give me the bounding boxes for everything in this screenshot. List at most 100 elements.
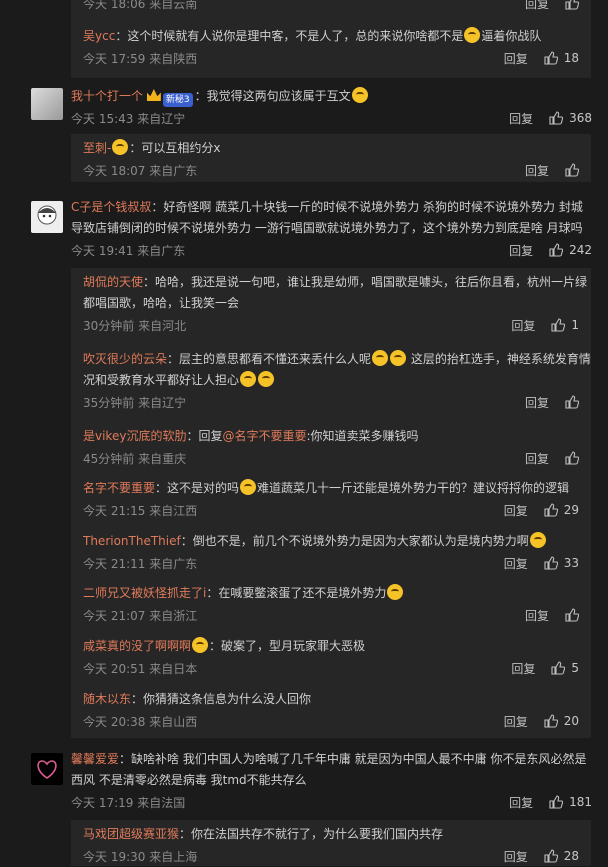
reply-block: 今天 18:06 来自云南 回复 吴ycc：这个时候就有人说你是理中客，不是人了… — [71, 0, 591, 78]
reply-username[interactable]: 吹灭很少的云朵 — [83, 352, 167, 366]
avatar[interactable] — [31, 201, 63, 233]
reply-item: 名字不要重要：这不是对的吗 难道蔬菜几十一斤还能是境外势力干的？建议捋捋你的逻辑 … — [83, 478, 591, 521]
shocked-emoji-icon — [390, 350, 407, 366]
like-button[interactable] — [565, 163, 579, 177]
like-button[interactable]: 33 — [544, 556, 579, 570]
reply-username[interactable]: 马戏团超级赛亚猴 — [83, 827, 179, 841]
reply-item: 是vikey沉底的软肋：回复@名字不要重要:你知道卖菜多赚钱吗 45分钟前 来自… — [83, 426, 591, 469]
like-button[interactable]: 5 — [551, 661, 579, 675]
smirk-emoji-icon — [387, 584, 404, 600]
reply-button[interactable]: 回复 — [504, 848, 528, 865]
reply-time: 30分钟前 来自河北 — [83, 318, 187, 333]
reply-username[interactable]: 二师兄又被妖怪抓走了i — [83, 586, 206, 600]
reply-item: 马戏团超级赛亚猴：你在法国共存不就行了，为什么要我们国内共存 今天 19:30 … — [83, 824, 591, 867]
reply-button[interactable]: 回复 — [525, 0, 549, 12]
reply-text: ：你在法国共存不就行了，为什么要我们国内共存 — [179, 827, 444, 841]
thumb-up-icon — [544, 849, 558, 863]
reply-text: ：在喊要鳖滚蛋了还不是境外势力 — [206, 586, 387, 600]
comment-username[interactable]: 我十个打一个 — [71, 89, 143, 103]
thumb-up-icon — [549, 795, 564, 809]
reply-item: TherionTheThief：倒也不是，前几个不说境外势力是因为大家都认为是境… — [83, 531, 591, 574]
shocked-emoji-icon — [372, 350, 389, 366]
like-count: 29 — [563, 503, 579, 517]
thumb-up-icon — [565, 163, 579, 177]
like-count: 5 — [571, 661, 579, 675]
comment-username[interactable]: C子是个钱叔叔 — [71, 200, 151, 214]
reply-button[interactable]: 回复 — [525, 394, 549, 411]
reply-time: 今天 18:07 来自广东 — [83, 163, 198, 178]
reply-text: 逼着你战队 — [481, 29, 542, 43]
reply-time: 今天 19:30 来自上海 — [83, 849, 198, 864]
like-button[interactable] — [565, 395, 579, 409]
reply-time: 今天 20:51 来自日本 — [83, 661, 198, 676]
reply-username[interactable]: 至刺- — [83, 141, 111, 155]
like-button[interactable]: 18 — [544, 51, 579, 65]
like-count: 18 — [563, 51, 579, 65]
reply-block: 至刺- ：可以互相约分x 今天 18:07 来自广东 回复 — [71, 134, 591, 182]
shocked-emoji-icon — [258, 371, 275, 387]
like-button[interactable] — [565, 608, 579, 622]
reply-button[interactable]: 回复 — [504, 50, 528, 67]
comment-text: ：缺啥补啥 我们中国人为啥喊了几千年中庸 就是因为中国人最不中庸 你不是东风必然… — [71, 752, 587, 787]
reply-username[interactable]: 是vikey沉底的软肋 — [83, 429, 186, 443]
thumb-up-icon — [551, 661, 566, 675]
reply-username[interactable]: 咸菜真的没了啊啊啊 — [83, 639, 191, 653]
avatar[interactable] — [31, 753, 63, 785]
reply-item: 今天 18:06 来自云南 回复 — [83, 0, 591, 14]
emoji-icon — [112, 139, 129, 155]
thumb-up-icon — [565, 0, 579, 10]
mention-link[interactable]: @名字不要重要 — [222, 429, 306, 443]
like-count: 28 — [563, 849, 579, 863]
reply-button[interactable]: 回复 — [504, 502, 528, 519]
thumb-up-icon — [544, 503, 558, 517]
comment-username[interactable]: 馨馨爱爱 — [71, 752, 119, 766]
reply-item: 随木以东：你猜猜这条信息为什么没人回你 今天 20:38 来自山西 回复 20 — [83, 689, 591, 732]
like-button[interactable]: 242 — [549, 243, 592, 257]
reply-button[interactable]: 回复 — [509, 110, 533, 127]
like-count: 33 — [563, 556, 579, 570]
like-button[interactable]: 1 — [551, 318, 579, 332]
like-count: 242 — [569, 243, 592, 257]
reply-item: 二师兄又被妖怪抓走了i：在喊要鳖滚蛋了还不是境外势力 今天 21:07 来自浙江… — [83, 583, 591, 626]
reply-time: 今天 20:38 来自山西 — [83, 714, 198, 729]
reply-username[interactable]: 胡侃的天使 — [83, 275, 143, 289]
reply-time: 今天 21:15 来自江西 — [83, 503, 198, 518]
reply-button[interactable]: 回复 — [509, 794, 533, 811]
thumb-up-icon — [544, 51, 558, 65]
like-button[interactable] — [565, 0, 579, 10]
like-button[interactable]: 20 — [544, 714, 579, 728]
emoji-icon — [240, 479, 257, 495]
thumb-up-icon — [549, 111, 564, 125]
reply-username[interactable]: TherionTheThief — [83, 534, 181, 548]
reply-time: 今天 17:59 来自陕西 — [83, 51, 198, 66]
reply-text: ：哈哈，我还是说一句吧，谁让我是幼师，唱国歌是噱头，往后你且看，杭州一片绿都唱国… — [83, 275, 588, 310]
reply-button[interactable]: 回复 — [511, 660, 535, 677]
reply-button[interactable]: 回复 — [525, 162, 549, 179]
reply-time: 35分钟前 来自辽宁 — [83, 395, 187, 410]
reply-text: ：倒也不是，前几个不说境外势力是因为大家都认为是境内势力啊 — [180, 534, 529, 548]
thumb-up-icon — [544, 714, 558, 728]
reply-button[interactable]: 回复 — [504, 713, 528, 730]
reply-button[interactable]: 回复 — [509, 242, 533, 259]
like-button[interactable]: 29 — [544, 503, 579, 517]
reply-username[interactable]: 名字不要重要 — [83, 481, 155, 495]
reply-text: 难道蔬菜几十一斤还能是境外势力干的？建议捋捋你的逻辑 — [257, 481, 570, 495]
reply-button[interactable]: 回复 — [504, 555, 528, 572]
reply-button[interactable]: 回复 — [511, 317, 535, 334]
crown-icon — [146, 89, 161, 101]
emoji-icon — [192, 637, 209, 653]
reply-button[interactable]: 回复 — [525, 450, 549, 467]
like-button[interactable] — [565, 451, 579, 465]
like-button[interactable]: 368 — [549, 111, 592, 125]
shocked-emoji-icon — [240, 371, 257, 387]
like-button[interactable]: 28 — [544, 849, 579, 863]
reply-username[interactable]: 随木以东 — [83, 692, 131, 706]
comment-feed: 今天 18:06 来自云南 回复 吴ycc：这个时候就有人说你是理中客，不是人了… — [0, 0, 608, 866]
dog-emoji-icon — [464, 27, 481, 43]
reply-username[interactable]: 吴ycc — [83, 29, 115, 43]
comment-text: ：我觉得这两句应该属于互文 — [194, 89, 351, 103]
reply-time: 今天 21:07 来自浙江 — [83, 608, 198, 623]
reply-button[interactable]: 回复 — [525, 607, 549, 624]
like-button[interactable]: 181 — [549, 795, 592, 809]
avatar[interactable] — [31, 88, 63, 120]
